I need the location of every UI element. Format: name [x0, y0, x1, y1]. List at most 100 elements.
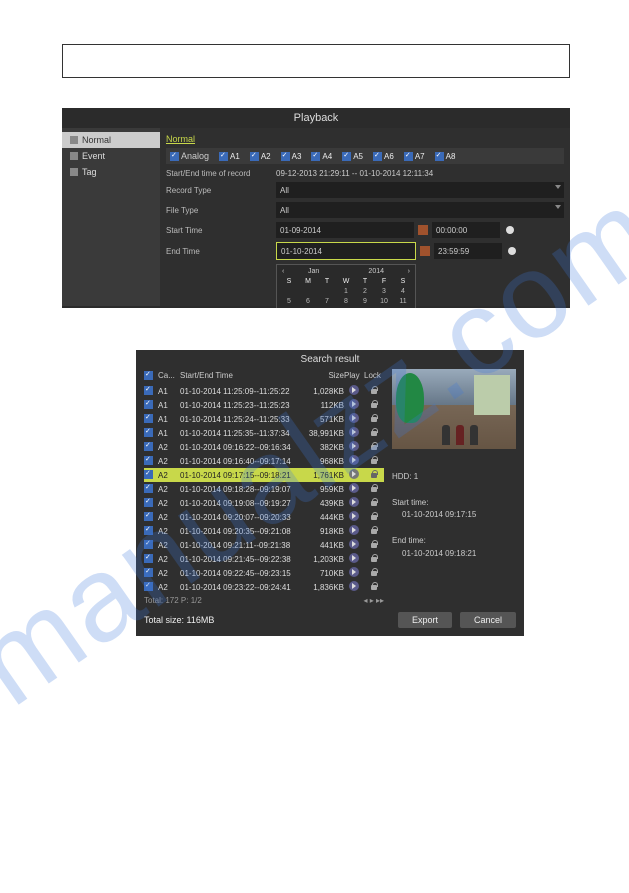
calendar-day[interactable]: 4: [394, 287, 412, 296]
calendar-day[interactable]: 1: [337, 287, 355, 296]
end-time-input[interactable]: 23:59:59: [434, 243, 502, 259]
lock-icon[interactable]: [370, 414, 378, 423]
result-row[interactable]: A101-10-2014 11:25:35--11:37:3438,991KB: [144, 426, 384, 440]
play-icon[interactable]: [349, 567, 359, 577]
row-checkbox[interactable]: [144, 554, 153, 563]
camera-a8[interactable]: A8: [435, 152, 456, 161]
result-row[interactable]: A201-10-2014 09:23:22--09:24:411,836KB: [144, 580, 384, 594]
row-checkbox[interactable]: [144, 428, 153, 437]
calendar-day[interactable]: 10: [375, 297, 393, 306]
play-icon[interactable]: [349, 581, 359, 591]
row-checkbox[interactable]: [144, 582, 153, 591]
pager-controls[interactable]: ◂ ▸ ▸▸: [363, 596, 384, 605]
calendar-icon[interactable]: [418, 225, 428, 235]
result-row[interactable]: A201-10-2014 09:16:22--09:16:34382KB: [144, 440, 384, 454]
play-icon[interactable]: [349, 539, 359, 549]
row-checkbox[interactable]: [144, 568, 153, 577]
calendar-day[interactable]: 6: [299, 297, 317, 306]
play-icon[interactable]: [349, 427, 359, 437]
file-type-select[interactable]: All: [276, 202, 564, 218]
play-icon[interactable]: [349, 469, 359, 479]
calendar-day[interactable]: 3: [375, 287, 393, 296]
clock-icon[interactable]: [508, 247, 516, 255]
result-row[interactable]: A201-10-2014 09:19:08--09:19:27439KB: [144, 496, 384, 510]
camera-a3[interactable]: A3: [281, 152, 302, 161]
result-row[interactable]: A201-10-2014 09:22:45--09:23:15710KB: [144, 566, 384, 580]
calendar-day[interactable]: 16: [356, 307, 374, 308]
select-all-checkbox[interactable]: [144, 371, 153, 380]
calendar-day[interactable]: 2: [356, 287, 374, 296]
result-row[interactable]: A201-10-2014 09:20:07--09:20:33444KB: [144, 510, 384, 524]
calendar-popup[interactable]: ‹ Jan 2014 › SMTWTFS12345678910111213141…: [276, 264, 416, 308]
row-checkbox[interactable]: [144, 526, 153, 535]
calendar-day[interactable]: 18: [394, 307, 412, 308]
result-row[interactable]: A201-10-2014 09:16:40--09:17:14968KB: [144, 454, 384, 468]
calendar-day[interactable]: 9: [356, 297, 374, 306]
play-icon[interactable]: [349, 455, 359, 465]
row-checkbox[interactable]: [144, 456, 153, 465]
calendar-icon[interactable]: [420, 246, 430, 256]
checkbox-analog[interactable]: [170, 152, 179, 161]
result-row[interactable]: A201-10-2014 09:17:15--09:18:211,761KB: [144, 468, 384, 482]
camera-a6[interactable]: A6: [373, 152, 394, 161]
video-preview[interactable]: [392, 369, 516, 449]
next-month-icon[interactable]: ›: [408, 268, 410, 275]
lock-icon[interactable]: [370, 484, 378, 493]
play-icon[interactable]: [349, 553, 359, 563]
row-checkbox[interactable]: [144, 442, 153, 451]
play-icon[interactable]: [349, 441, 359, 451]
camera-a5[interactable]: A5: [342, 152, 363, 161]
play-icon[interactable]: [349, 525, 359, 535]
play-icon[interactable]: [349, 399, 359, 409]
export-button[interactable]: Export: [398, 612, 452, 628]
lock-icon[interactable]: [370, 512, 378, 521]
calendar-day[interactable]: 14: [318, 307, 336, 308]
calendar-day[interactable]: 5: [280, 297, 298, 306]
result-row[interactable]: A201-10-2014 09:18:28--09:19:07959KB: [144, 482, 384, 496]
play-icon[interactable]: [349, 413, 359, 423]
lock-icon[interactable]: [370, 568, 378, 577]
row-checkbox[interactable]: [144, 512, 153, 521]
calendar-day[interactable]: 13: [299, 307, 317, 308]
play-icon[interactable]: [349, 511, 359, 521]
lock-icon[interactable]: [370, 526, 378, 535]
camera-a4[interactable]: A4: [311, 152, 332, 161]
camera-a2[interactable]: A2: [250, 152, 271, 161]
sidebar-item-event[interactable]: Event: [62, 148, 160, 164]
play-icon[interactable]: [349, 483, 359, 493]
calendar-day[interactable]: 11: [394, 297, 412, 306]
cancel-button[interactable]: Cancel: [460, 612, 516, 628]
result-row[interactable]: A101-10-2014 11:25:23--11:25:23112KB: [144, 398, 384, 412]
result-row[interactable]: A201-10-2014 09:21:11--09:21:38441KB: [144, 538, 384, 552]
row-checkbox[interactable]: [144, 400, 153, 409]
calendar-day[interactable]: 12: [280, 307, 298, 308]
result-row[interactable]: A201-10-2014 09:20:35--09:21:08918KB: [144, 524, 384, 538]
result-row[interactable]: A101-10-2014 11:25:24--11:25:33571KB: [144, 412, 384, 426]
sidebar-item-normal[interactable]: Normal: [62, 132, 160, 148]
lock-icon[interactable]: [370, 442, 378, 451]
calendar-day[interactable]: 8: [337, 297, 355, 306]
lock-icon[interactable]: [370, 498, 378, 507]
row-checkbox[interactable]: [144, 540, 153, 549]
prev-month-icon[interactable]: ‹: [282, 268, 284, 275]
lock-icon[interactable]: [370, 540, 378, 549]
start-date-input[interactable]: 01-09-2014: [276, 222, 414, 238]
camera-a1[interactable]: A1: [219, 152, 240, 161]
lock-icon[interactable]: [370, 582, 378, 591]
calendar-day[interactable]: 17: [375, 307, 393, 308]
play-icon[interactable]: [349, 385, 359, 395]
play-icon[interactable]: [349, 497, 359, 507]
lock-icon[interactable]: [370, 386, 378, 395]
calendar-day[interactable]: 7: [318, 297, 336, 306]
row-checkbox[interactable]: [144, 386, 153, 395]
lock-icon[interactable]: [370, 428, 378, 437]
row-checkbox[interactable]: [144, 470, 153, 479]
clock-icon[interactable]: [506, 226, 514, 234]
calendar-day[interactable]: 15: [337, 307, 355, 308]
start-time-input[interactable]: 00:00:00: [432, 222, 500, 238]
sidebar-item-tag[interactable]: Tag: [62, 164, 160, 180]
lock-icon[interactable]: [370, 400, 378, 409]
lock-icon[interactable]: [370, 554, 378, 563]
camera-a7[interactable]: A7: [404, 152, 425, 161]
lock-icon[interactable]: [370, 456, 378, 465]
